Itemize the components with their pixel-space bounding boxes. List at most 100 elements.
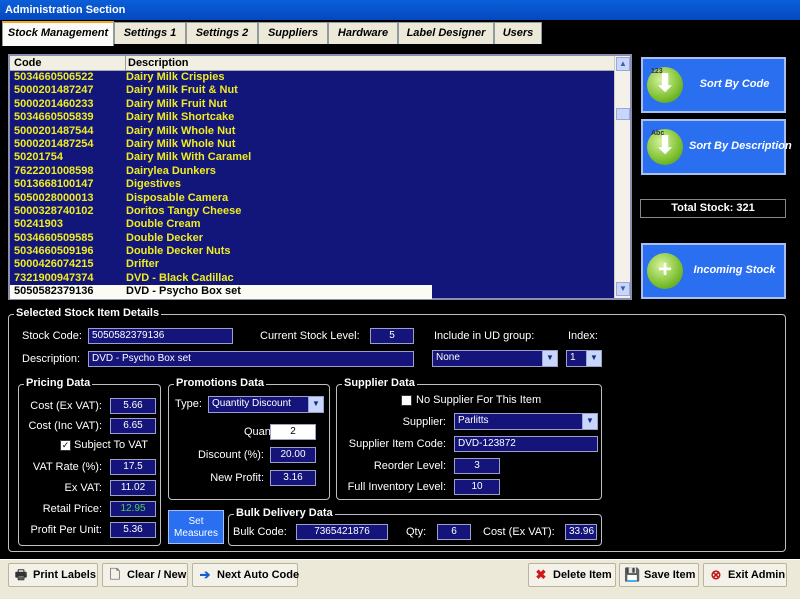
- current-stock-level-field[interactable]: 5: [370, 328, 414, 344]
- save-disk-icon: 💾: [624, 567, 641, 582]
- row-code: 5000426074215: [14, 258, 94, 271]
- row-description: Dairy Milk Crispies: [126, 71, 225, 83]
- table-row[interactable]: 5034660509196 Double Decker Nuts: [10, 245, 616, 258]
- stock-code-label: Stock Code:: [22, 330, 82, 342]
- bulk-qty-field[interactable]: 6: [437, 524, 471, 540]
- cost-inc-vat-field[interactable]: 6.65: [110, 418, 156, 434]
- table-row[interactable]: 5013668100147 Digestives: [10, 178, 616, 191]
- delete-x-icon: ✖: [535, 567, 547, 582]
- table-row[interactable]: 5050582379136 DVD - Psycho Box set: [10, 285, 432, 299]
- cost-ex-vat-field[interactable]: 5.66: [110, 398, 156, 414]
- tab-stock-management[interactable]: Stock Management: [2, 21, 114, 46]
- set-measures-button[interactable]: Set Measures: [168, 510, 224, 544]
- scroll-thumb[interactable]: [616, 108, 630, 120]
- profit-per-unit-label: Profit Per Unit:: [30, 524, 102, 536]
- subject-to-vat-checkbox[interactable]: ✓: [60, 440, 71, 451]
- bulk-cost-field[interactable]: 33.96: [565, 524, 597, 540]
- scroll-up-icon[interactable]: ▲: [616, 57, 630, 71]
- delete-item-button[interactable]: ✖ Delete Item: [528, 563, 616, 587]
- description-field[interactable]: DVD - Psycho Box set: [88, 351, 414, 367]
- ex-vat-label: Ex VAT:: [64, 482, 103, 494]
- row-description: Dairy Milk Fruit & Nut: [126, 84, 238, 97]
- table-row[interactable]: 5034660509585 Double Decker: [10, 232, 616, 245]
- row-code: 5000201487247: [14, 84, 94, 97]
- row-description: Drifter: [126, 258, 160, 271]
- promo-new-profit-field[interactable]: 3.16: [270, 470, 316, 486]
- table-row[interactable]: 7622201008598 Dairylea Dunkers: [10, 165, 616, 178]
- ud-group-select[interactable]: None ▼: [432, 350, 558, 367]
- chevron-down-icon[interactable]: ▼: [586, 351, 601, 366]
- table-row[interactable]: 5000201460233 Dairy Milk Fruit Nut: [10, 98, 616, 111]
- row-description: Digestives: [126, 178, 182, 191]
- stock-code-field[interactable]: 5050582379136: [88, 328, 233, 344]
- cost-ex-vat-label: Cost (Ex VAT):: [30, 400, 102, 412]
- promo-type-label: Type:: [175, 398, 202, 410]
- promo-discount-field[interactable]: 20.00: [270, 447, 316, 463]
- table-row[interactable]: 5000328740102 Doritos Tangy Cheese: [10, 205, 616, 218]
- incoming-stock-button[interactable]: + Incoming Stock: [641, 243, 786, 299]
- table-row[interactable]: 5050028000013 Disposable Camera: [10, 192, 616, 205]
- row-code: 5000201460233: [14, 97, 94, 110]
- sort-by-code-button[interactable]: 123 ⬇ Sort By Code: [641, 57, 786, 113]
- column-header-code[interactable]: Code: [14, 57, 42, 69]
- chevron-down-icon[interactable]: ▼: [582, 414, 597, 429]
- ex-vat-field[interactable]: 11.02: [110, 480, 156, 496]
- description-label: Description:: [22, 353, 81, 365]
- index-label: Index:: [568, 330, 598, 342]
- bulk-title: Bulk Delivery Data: [234, 507, 335, 519]
- profit-per-unit-field[interactable]: 5.36: [110, 522, 156, 538]
- save-item-button[interactable]: 💾 Save Item: [619, 563, 699, 587]
- reorder-level-field[interactable]: 3: [454, 458, 500, 474]
- supplier-select[interactable]: Parlitts ▼: [454, 413, 598, 430]
- no-supplier-checkbox[interactable]: [401, 395, 412, 406]
- tab-settings-2[interactable]: Settings 2: [186, 22, 258, 44]
- list-scrollbar[interactable]: ▲ ▼: [614, 56, 630, 298]
- row-code: 5013668100147: [14, 178, 94, 191]
- row-code: 5050582379136: [14, 285, 94, 298]
- row-description: Dairy Milk Fruit Nut: [126, 97, 227, 110]
- retail-price-field[interactable]: 12.95: [110, 501, 156, 517]
- row-description: DVD - Psycho Box set: [126, 285, 241, 298]
- table-row[interactable]: 50241903 Double Cream: [10, 218, 616, 231]
- row-code: 5034660509196: [14, 245, 94, 258]
- row-description: Double Decker Nuts: [126, 245, 231, 258]
- bulk-code-field[interactable]: 7365421876: [296, 524, 388, 540]
- tab-suppliers[interactable]: Suppliers: [258, 22, 328, 44]
- row-description: Dairy Milk Whole Nut: [126, 137, 236, 150]
- table-row[interactable]: 5034660506522 Dairy Milk Crispies: [10, 71, 616, 84]
- table-row[interactable]: 5000201487254 Dairy Milk Whole Nut: [10, 138, 616, 151]
- promo-quantity-field[interactable]: 2: [270, 424, 316, 440]
- table-row[interactable]: 5000201487544 Dairy Milk Whole Nut: [10, 125, 616, 138]
- arrow-right-circle-icon: ➔: [199, 567, 211, 582]
- stock-list[interactable]: Code Description 5034660506522 Dairy Milk…: [8, 54, 632, 300]
- supplier-item-code-field[interactable]: DVD-123872: [454, 436, 598, 452]
- tab-users[interactable]: Users: [494, 22, 542, 44]
- tab-hardware[interactable]: Hardware: [328, 22, 398, 44]
- row-description: Dairylea Dunkers: [126, 164, 216, 177]
- exit-admin-button[interactable]: ⊗ Exit Admin: [703, 563, 787, 587]
- chevron-down-icon[interactable]: ▼: [542, 351, 557, 366]
- column-header-description[interactable]: Description: [128, 57, 189, 69]
- index-select[interactable]: 1 ▼: [566, 350, 602, 367]
- table-row[interactable]: 50201754 Dairy Milk With Caramel: [10, 151, 616, 164]
- table-row[interactable]: 5000426074215 Drifter: [10, 258, 616, 271]
- tab-label-designer[interactable]: Label Designer: [398, 22, 494, 44]
- bulk-code-label: Bulk Code:: [233, 526, 287, 538]
- row-code: 5000201487544: [14, 124, 94, 137]
- full-inventory-level-field[interactable]: 10: [454, 479, 500, 495]
- row-code: 5034660505839: [14, 111, 94, 124]
- table-row[interactable]: 7321900947374 DVD - Black Cadillac: [10, 272, 616, 285]
- print-labels-button[interactable]: 🖶 Print Labels: [8, 563, 98, 587]
- row-code: 50241903: [14, 218, 63, 231]
- scroll-down-icon[interactable]: ▼: [616, 282, 630, 296]
- next-auto-code-button[interactable]: ➔ Next Auto Code: [192, 563, 299, 587]
- table-row[interactable]: 5034660505839 Dairy Milk Shortcake: [10, 111, 616, 124]
- promo-type-select[interactable]: Quantity Discount ▼: [208, 396, 324, 413]
- vat-rate-field[interactable]: 17.5: [110, 459, 156, 475]
- sort-by-description-button[interactable]: Abc ⬇ Sort By Description: [641, 119, 792, 175]
- supplier-title: Supplier Data: [342, 377, 417, 389]
- tab-settings-1[interactable]: Settings 1: [114, 22, 186, 44]
- chevron-down-icon[interactable]: ▼: [308, 397, 323, 412]
- clear-new-button[interactable]: 🗋 Clear / New: [102, 563, 188, 587]
- table-row[interactable]: 5000201487247 Dairy Milk Fruit & Nut: [10, 84, 616, 97]
